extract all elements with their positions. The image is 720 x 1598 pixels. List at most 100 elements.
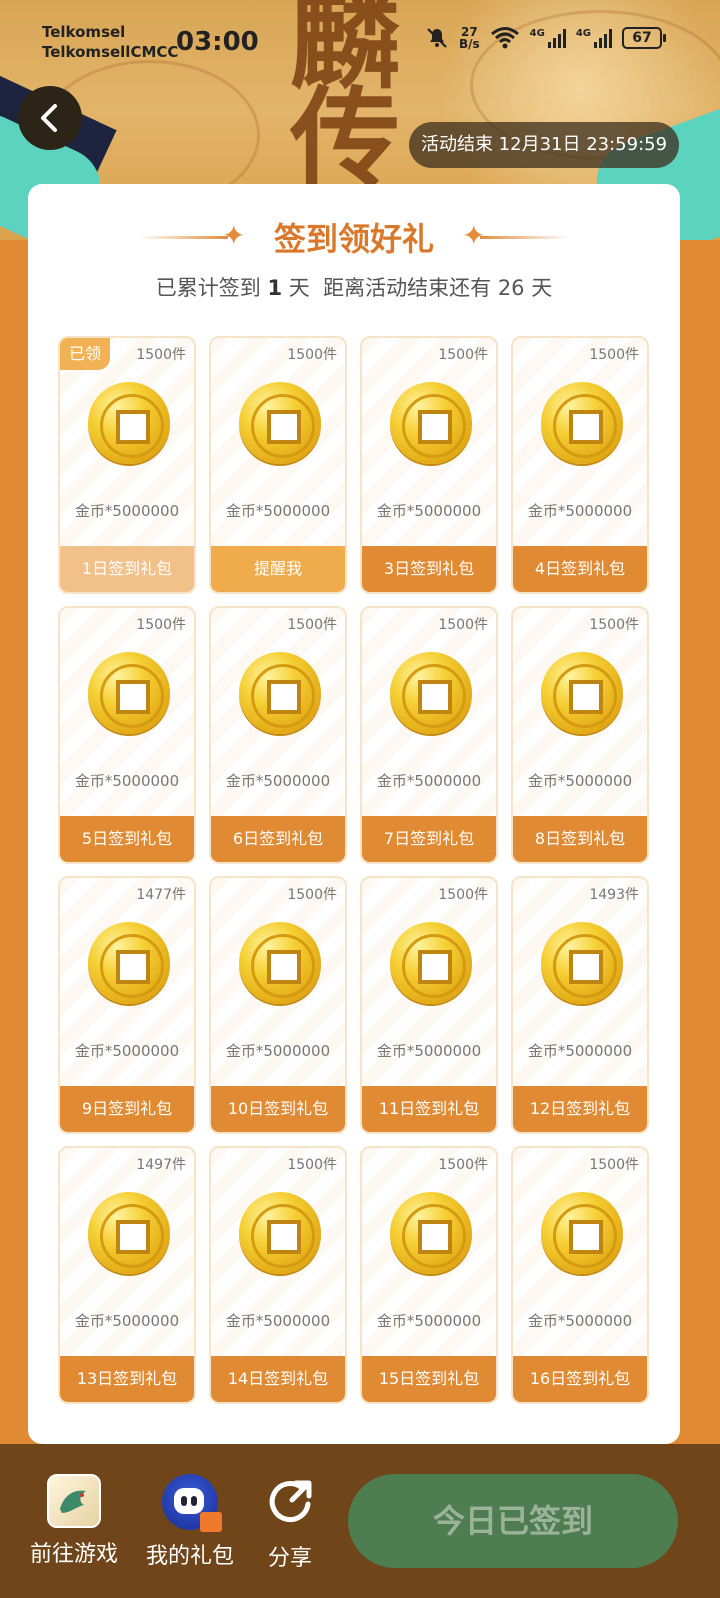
share-label: 分享: [267, 1546, 312, 1571]
signal-icon: 4G: [530, 28, 566, 48]
stock-count: 1500件: [287, 347, 337, 363]
gold-coin-icon: [88, 922, 170, 1004]
reward-amount: 金币*5000000: [527, 772, 633, 790]
signin-gift-button[interactable]: 12日签到礼包: [513, 1086, 647, 1132]
reward-amount: 金币*5000000: [527, 1312, 633, 1330]
days-signed: 1: [267, 276, 283, 300]
gold-coin-icon: [541, 1192, 623, 1274]
signin-progress: 已累计签到 1 天 距离活动结束还有 26 天: [28, 272, 680, 302]
stock-count: 1497件: [136, 1157, 186, 1173]
reward-amount: 金币*5000000: [376, 1312, 482, 1330]
reward-tile: 1500件金币*5000000 7日签到礼包: [360, 606, 498, 864]
reward-amount: 金币*5000000: [225, 772, 331, 790]
gold-coin-icon: [239, 1192, 321, 1274]
gold-coin-icon: [88, 1192, 170, 1274]
gold-coin-icon: [541, 652, 623, 734]
battery-icon: 67: [622, 27, 666, 49]
reward-amount: 金币*5000000: [527, 1042, 633, 1060]
my-gifts-label: 我的礼包: [146, 1544, 235, 1569]
stock-count: 1477件: [136, 887, 186, 903]
gold-coin-icon: [239, 652, 321, 734]
reward-amount: 金币*5000000: [225, 1042, 331, 1060]
reward-tile: 1500件 金币*5000000 提醒我: [209, 336, 347, 594]
carrier-2: TelkomsellCMCC: [42, 43, 179, 61]
signin-gift-button[interactable]: 15日签到礼包: [362, 1356, 496, 1402]
stock-count: 1500件: [589, 1157, 639, 1173]
title-divider: [480, 236, 570, 239]
days-left: 26: [497, 276, 525, 300]
carrier-1: Telkomsel: [42, 23, 126, 41]
share-icon: [269, 1480, 312, 1523]
stock-count: 1493件: [589, 887, 639, 903]
status-icons: 27 B/s 4G 4G 67: [425, 26, 666, 50]
reward-amount: 金币*5000000: [74, 502, 180, 520]
stock-count: 1500件: [287, 617, 337, 633]
reward-tile: 已领 1500件 金币*5000000 1日签到礼包: [58, 336, 196, 594]
signin-card: ✦ 签到领好礼 ✦ 已累计签到 1 天 距离活动结束还有 26 天 已领 1500…: [28, 184, 680, 1444]
progress-prefix: 已累计签到: [155, 276, 261, 300]
gold-coin-icon: [390, 382, 472, 464]
signin-gift-button[interactable]: 10日签到礼包: [211, 1086, 345, 1132]
reward-tile: 1493件金币*5000000 12日签到礼包: [511, 876, 649, 1134]
gold-coin-icon: [541, 922, 623, 1004]
signal-icon: 4G: [576, 28, 612, 48]
reward-amount: 金币*5000000: [376, 1042, 482, 1060]
stock-count: 1500件: [438, 617, 488, 633]
reward-tile: 1500件金币*5000000 4日签到礼包: [511, 336, 649, 594]
gold-coin-icon: [88, 382, 170, 464]
reward-amount: 金币*5000000: [74, 772, 180, 790]
gold-coin-icon: [239, 922, 321, 1004]
gold-coin-icon: [541, 382, 623, 464]
signed-today-button[interactable]: 今日已签到: [348, 1474, 678, 1568]
signin-gift-button[interactable]: 14日签到礼包: [211, 1356, 345, 1402]
clock: 03:00: [176, 27, 259, 57]
reward-tile: 1500件金币*5000000 5日签到礼包: [58, 606, 196, 864]
reward-grid: 已领 1500件 金币*5000000 1日签到礼包 1500件 金币*5000000 提醒…: [58, 336, 650, 1404]
signin-gift-button[interactable]: 7日签到礼包: [362, 816, 496, 862]
reward-tile: 1500件金币*5000000 15日签到礼包: [360, 1146, 498, 1404]
progress-mid: 天 距离活动结束还有: [288, 276, 492, 300]
signin-gift-button[interactable]: 11日签到礼包: [362, 1086, 496, 1132]
signin-gift-button[interactable]: 5日签到礼包: [60, 816, 194, 862]
gold-coin-icon: [390, 922, 472, 1004]
reward-amount: 金币*5000000: [74, 1042, 180, 1060]
mascot-gift-icon: [162, 1474, 222, 1532]
signin-gift-button[interactable]: 3日签到礼包: [362, 546, 496, 592]
reward-tile: 1500件 金币*5000000 14日签到礼包: [209, 1146, 347, 1404]
reward-tile: 1477件金币*5000000 9日签到礼包: [58, 876, 196, 1134]
reward-tile: 1500件金币*5000000 16日签到礼包: [511, 1146, 649, 1404]
claimed-badge: 已领: [60, 338, 110, 370]
bottom-bar: 前往游戏 我的礼包 分享 今日已签到: [0, 1444, 720, 1598]
signin-gift-button[interactable]: 9日签到礼包: [60, 1086, 194, 1132]
stock-count: 1500件: [136, 617, 186, 633]
gold-coin-icon: [390, 652, 472, 734]
stock-count: 1500件: [438, 1157, 488, 1173]
signin-gift-button[interactable]: 1日签到礼包: [60, 546, 194, 592]
go-to-game-label: 前往游戏: [30, 1542, 119, 1567]
reward-amount: 金币*5000000: [527, 502, 633, 520]
reward-tile: 1497件金币*5000000 13日签到礼包: [58, 1146, 196, 1404]
reward-amount: 金币*5000000: [376, 502, 482, 520]
signin-gift-button[interactable]: 4日签到礼包: [513, 546, 647, 592]
my-gifts-button[interactable]: 我的礼包: [146, 1474, 234, 1570]
signal-label: 4G: [529, 28, 545, 39]
signin-gift-button[interactable]: 16日签到礼包: [513, 1356, 647, 1402]
reward-amount: 金币*5000000: [376, 772, 482, 790]
reward-amount: 金币*5000000: [225, 1312, 331, 1330]
reward-amount: 金币*5000000: [74, 1312, 180, 1330]
share-button[interactable]: 分享: [262, 1474, 318, 1572]
wifi-icon: [490, 27, 519, 49]
reward-tile: 1500件金币*5000000 8日签到礼包: [511, 606, 649, 864]
signin-gift-button[interactable]: 13日签到礼包: [60, 1356, 194, 1402]
signin-gift-button[interactable]: 8日签到礼包: [513, 816, 647, 862]
signin-gift-button[interactable]: 6日签到礼包: [211, 816, 345, 862]
stock-count: 1500件: [589, 347, 639, 363]
remind-me-button[interactable]: 提醒我: [211, 546, 345, 592]
card-title: 签到领好礼: [273, 220, 434, 258]
go-to-game-button[interactable]: 前往游戏: [30, 1474, 118, 1568]
stock-count: 1500件: [438, 347, 488, 363]
reward-tile: 1500件金币*5000000 3日签到礼包: [360, 336, 498, 594]
stock-count: 1500件: [438, 887, 488, 903]
back-button[interactable]: [18, 86, 82, 150]
stock-count: 1500件: [589, 617, 639, 633]
